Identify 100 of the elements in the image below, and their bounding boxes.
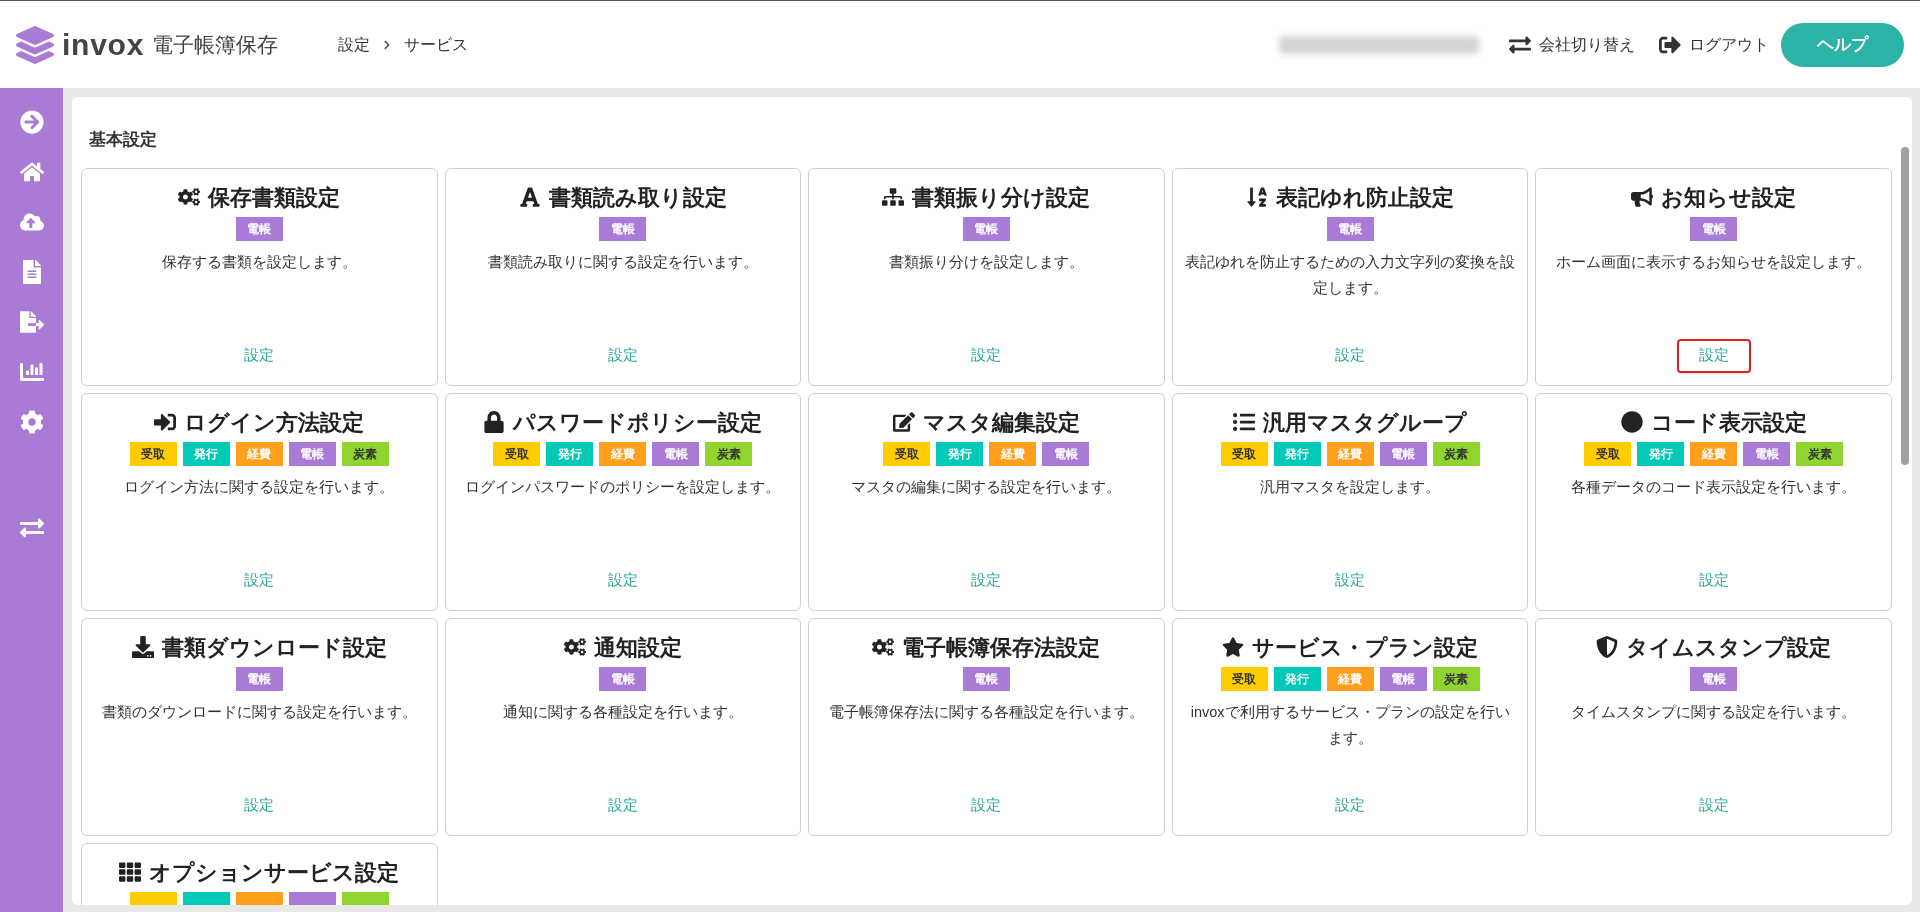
edit-icon <box>893 411 915 433</box>
service-tag: 電帳 <box>235 666 283 691</box>
card-title: 書類読み取り設定 <box>548 183 727 212</box>
download-icon <box>131 636 154 658</box>
service-tag: 経費 <box>1690 441 1738 466</box>
settings-link[interactable]: 設定 <box>1313 788 1388 823</box>
help-button[interactable]: ヘルプ <box>1781 22 1904 67</box>
settings-link[interactable]: 設定 <box>1676 563 1751 598</box>
card-title: 汎用マスタグループ <box>1263 408 1468 437</box>
service-tag: 経費 <box>235 441 283 466</box>
service-tag: 電帳 <box>599 216 647 241</box>
card-description: ログイン方法に関する設定を行います。 <box>123 477 396 497</box>
scrollbar-thumb[interactable] <box>1901 147 1909 465</box>
card-description: 通知に関する各種設定を行います。 <box>501 702 744 722</box>
lock-icon <box>483 411 506 433</box>
card-title: 保存書類設定 <box>208 183 341 212</box>
service-tag: 電帳 <box>1326 216 1374 241</box>
exchange-icon[interactable] <box>19 516 44 540</box>
card-description: 汎用マスタを設定します。 <box>1259 477 1442 497</box>
card-title: サービス・プラン設定 <box>1252 633 1479 662</box>
settings-link[interactable]: 設定 <box>949 788 1024 823</box>
service-tag: 電帳 <box>235 216 283 241</box>
service-tag: 経費 <box>599 441 647 466</box>
service-tag: 炭素 <box>341 441 389 466</box>
card-description: 各種データのコード表示設定を行います。 <box>1570 477 1858 497</box>
gears-icon <box>563 636 586 658</box>
card-title: ログイン方法設定 <box>184 408 365 437</box>
list-icon <box>1233 411 1256 433</box>
gears-icon <box>178 186 201 208</box>
card-description: 書類のダウンロードに関する設定を行います。 <box>100 702 418 722</box>
card-title: オプションサービス設定 <box>149 858 400 887</box>
logout-button[interactable]: ログアウト <box>1659 32 1769 57</box>
service-tag: 炭素 <box>705 441 753 466</box>
logo-layers-icon <box>16 25 54 64</box>
chart-icon[interactable] <box>19 360 44 384</box>
service-tag: 電帳 <box>1743 441 1791 466</box>
settings-icon[interactable] <box>19 410 44 434</box>
card-description: ログインパスワードのポリシーを設定します。 <box>464 477 782 497</box>
service-tag: 受取 <box>129 441 177 466</box>
switch-company-button[interactable]: 会社切り替え <box>1509 32 1635 57</box>
card-title: 電子帳簿保存法設定 <box>902 633 1101 662</box>
settings-link[interactable]: 設定 <box>222 338 297 373</box>
settings-link[interactable]: 設定 <box>1676 338 1751 373</box>
logo-text: invox <box>62 27 145 63</box>
service-tag: 発行 <box>1637 441 1685 466</box>
settings-link[interactable]: 設定 <box>222 788 297 823</box>
card-title: パスワードポリシー設定 <box>513 408 763 437</box>
service-tag: 受取 <box>493 441 541 466</box>
service-tag: 発行 <box>546 441 594 466</box>
hierarchy-icon <box>882 186 905 208</box>
service-tag: 発行 <box>182 441 230 466</box>
card-description: 保存する書類を設定します。 <box>160 252 358 272</box>
service-tag: 電帳 <box>652 441 700 466</box>
service-tag: 経費 <box>1326 441 1374 466</box>
card-description: マスタの編集に関する設定を行います。 <box>850 477 1123 497</box>
service-tag: 電帳 <box>963 216 1010 241</box>
card-title: 表記ゆれ防止設定 <box>1276 183 1455 212</box>
service-tag: 経費 <box>1326 666 1374 691</box>
settings-link[interactable]: 設定 <box>585 788 660 823</box>
service-tag: 電帳 <box>1379 666 1427 691</box>
breadcrumb-item: サービス <box>404 34 469 55</box>
card-title: マスタ編集設定 <box>923 408 1080 437</box>
service-tag: 発行 <box>936 441 984 466</box>
card-title: 書類振り分け設定 <box>912 183 1091 212</box>
service-tag: 電帳 <box>1690 666 1738 691</box>
settings-link[interactable]: 設定 <box>1313 338 1388 373</box>
card-title: 通知設定 <box>593 633 682 662</box>
breadcrumb-item[interactable]: 設定 <box>338 32 371 57</box>
service-tag: 電帳 <box>1690 216 1738 241</box>
service-tag: 発行 <box>1273 441 1321 466</box>
service-tag: 受取 <box>883 441 931 466</box>
service-tag: 炭素 <box>1796 441 1844 466</box>
card-title: お知らせ設定 <box>1661 183 1797 212</box>
megaphone-icon <box>1631 186 1654 208</box>
service-tag: 炭素 <box>1432 666 1480 691</box>
card-title: コード表示設定 <box>1650 408 1807 437</box>
service-tag: 発行 <box>1273 666 1321 691</box>
service-tag: 電帳 <box>1042 441 1090 466</box>
settings-link[interactable]: 設定 <box>585 338 660 373</box>
service-tag: 電帳 <box>963 666 1010 691</box>
card-description: 書類振り分けを設定します。 <box>888 252 1085 272</box>
card-description: 書類読み取りに関する設定を行います。 <box>486 252 759 272</box>
settings-link[interactable]: 設定 <box>585 563 660 598</box>
section-title: 基本設定 <box>89 129 158 151</box>
card-description: 電子帳簿保存法に関する各種設定を行います。 <box>828 702 1145 722</box>
settings-link[interactable]: 設定 <box>949 338 1024 373</box>
settings-link[interactable]: 設定 <box>949 563 1024 598</box>
exchange-icon <box>1509 33 1531 56</box>
settings-link[interactable]: 設定 <box>222 563 297 598</box>
card-description: invoxで利用するサービス・プランの設定を行います。 <box>1189 702 1511 748</box>
card-title: 書類ダウンロード設定 <box>161 633 387 662</box>
card-description: 表記ゆれを防止するための入力文字列の変換を設定します。 <box>1184 252 1517 298</box>
settings-link[interactable]: 設定 <box>1313 563 1388 598</box>
home-icon[interactable] <box>19 160 44 184</box>
service-tag: 電帳 <box>1379 441 1427 466</box>
settings-link[interactable]: 設定 <box>1676 788 1751 823</box>
shield-icon <box>1596 636 1619 658</box>
product-name: 電子帳簿保存 <box>152 31 279 58</box>
sign-in-icon <box>154 411 177 433</box>
file-export-icon[interactable] <box>19 310 44 334</box>
